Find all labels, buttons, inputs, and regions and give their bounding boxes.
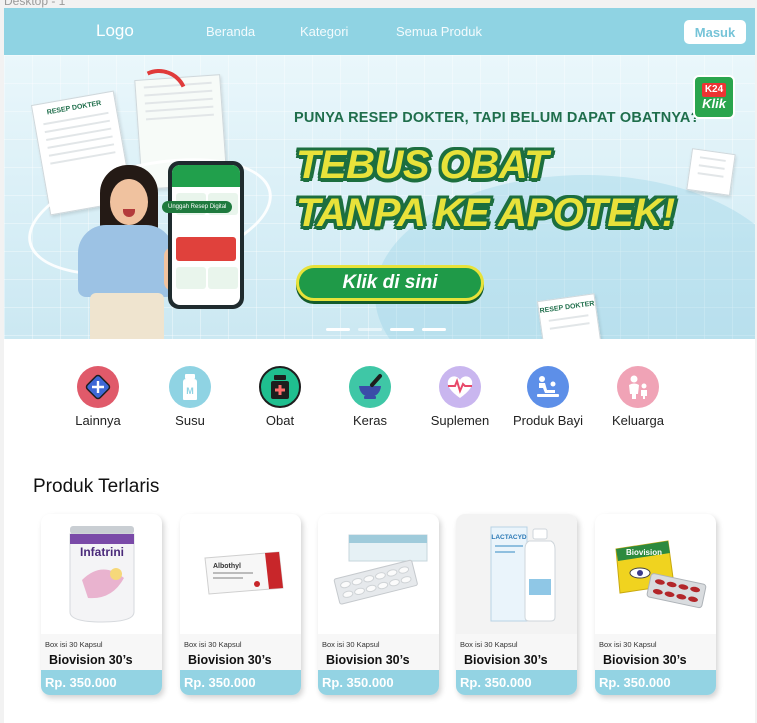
category-lainnya[interactable]: Lainnya <box>50 366 146 428</box>
nav-link-beranda[interactable]: Beranda <box>206 24 255 39</box>
product-image-lactacyd: LACTACYD <box>456 514 577 634</box>
baby-changing-icon <box>527 366 569 408</box>
category-label: Obat <box>265 413 295 428</box>
carousel-dot-4[interactable] <box>422 328 446 331</box>
family-icon <box>617 366 659 408</box>
product-image-infatrini: Infatrini <box>41 514 162 634</box>
logo[interactable]: Logo <box>96 21 134 41</box>
frame-label: Desktop - 1 <box>4 0 66 8</box>
svg-text:Infatrini: Infatrini <box>80 545 124 559</box>
phone-illustration: Unggah Resep Digital <box>162 161 244 309</box>
category-obat[interactable]: Obat <box>232 366 328 428</box>
k24klik-logo: K24 Klik <box>693 75 735 119</box>
category-label: Keras <box>353 413 387 428</box>
medicine-bottle-icon <box>259 366 301 408</box>
product-desc: Box isi 30 Kapsul <box>322 640 380 649</box>
prescription-paper-corner-illustration: RESEP DOKTER <box>536 293 602 339</box>
product-desc: Box isi 30 Kapsul <box>184 640 242 649</box>
product-price: Rp. 350.000 <box>456 670 577 695</box>
product-price: Rp. 350.000 <box>595 670 716 695</box>
milk-bottle-icon: M <box>169 366 211 408</box>
hero-banner[interactable]: RESEP DOKTER Unggah Resep Digital PUNYA … <box>4 55 755 339</box>
navbar: Logo Beranda Kategori Semua Produk Masuk <box>4 8 755 55</box>
banner-headline-line2: TANPA KE APOTEK! <box>296 191 675 235</box>
product-desc: Box isi 30 Kapsul <box>599 640 657 649</box>
carousel-dot-1[interactable] <box>326 328 350 331</box>
category-label: Suplemen <box>430 413 490 428</box>
category-label: Keluarga <box>611 413 665 428</box>
prescription-paper-small-illustration <box>686 148 736 196</box>
category-suplemen[interactable]: Suplemen <box>412 366 508 428</box>
product-name: Biovision 30’s <box>603 653 687 667</box>
category-susu[interactable]: M Susu <box>142 366 238 428</box>
svg-text:LACTACYD: LACTACYD <box>491 534 527 541</box>
mortar-pestle-icon <box>349 366 391 408</box>
upload-prescription-label: Unggah Resep Digital <box>162 201 233 213</box>
product-image-albothyl: Albothyl <box>180 514 301 634</box>
carousel-dot-2[interactable] <box>358 328 382 331</box>
product-card[interactable]: Albothyl Box isi 30 Kapsul Biovision 30’… <box>180 514 301 695</box>
smiling-woman-illustration <box>60 165 182 339</box>
product-desc: Box isi 30 Kapsul <box>460 640 518 649</box>
nav-link-semua-produk[interactable]: Semua Produk <box>396 24 482 39</box>
heart-pulse-icon <box>439 366 481 408</box>
product-card[interactable]: Box isi 30 Kapsul Biovision 30’s Rp. 350… <box>318 514 439 695</box>
product-card[interactable]: Infatrini Box isi 30 Kapsul Biovision 30… <box>41 514 162 695</box>
login-button[interactable]: Masuk <box>684 20 746 44</box>
product-price: Rp. 350.000 <box>180 670 301 695</box>
product-image-biovision: Biovision <box>595 514 716 634</box>
nav-link-kategori[interactable]: Kategori <box>300 24 348 39</box>
banner-cta-button[interactable]: Klik di sini <box>296 265 484 301</box>
product-desc: Box isi 30 Kapsul <box>45 640 103 649</box>
category-label: Lainnya <box>75 413 121 428</box>
product-image-tablet-blister <box>318 514 439 634</box>
banner-subheadline: PUNYA RESEP DOKTER, TAPI BELUM DAPAT OBA… <box>294 110 700 126</box>
product-price: Rp. 350.000 <box>318 670 439 695</box>
banner-headline-line1: TEBUS OBAT <box>296 143 549 187</box>
product-name: Biovision 30’s <box>188 653 272 667</box>
category-keluarga[interactable]: Keluarga <box>590 366 686 428</box>
category-produk-bayi[interactable]: Produk Bayi <box>500 366 596 428</box>
category-keras[interactable]: Keras <box>322 366 418 428</box>
carousel-dot-3[interactable] <box>390 328 414 331</box>
product-name: Biovision 30’s <box>326 653 410 667</box>
product-price: Rp. 350.000 <box>41 670 162 695</box>
product-name: Biovision 30’s <box>464 653 548 667</box>
plus-diamond-icon <box>77 366 119 408</box>
svg-text:M: M <box>186 386 194 396</box>
category-label: Produk Bayi <box>512 413 584 428</box>
svg-text:Albothyl: Albothyl <box>213 563 241 570</box>
product-card[interactable]: LACTACYD Box isi 30 Kapsul Biovision 30’… <box>456 514 577 695</box>
product-name: Biovision 30’s <box>49 653 133 667</box>
page: Logo Beranda Kategori Semua Produk Masuk… <box>4 8 755 723</box>
product-card[interactable]: Biovision Box isi 30 Kapsul Biovision 30… <box>595 514 716 695</box>
section-title-bestseller: Produk Terlaris <box>33 476 160 497</box>
category-label: Susu <box>175 413 205 428</box>
carousel-indicators <box>326 328 446 331</box>
svg-text:Biovision: Biovision <box>625 548 661 557</box>
